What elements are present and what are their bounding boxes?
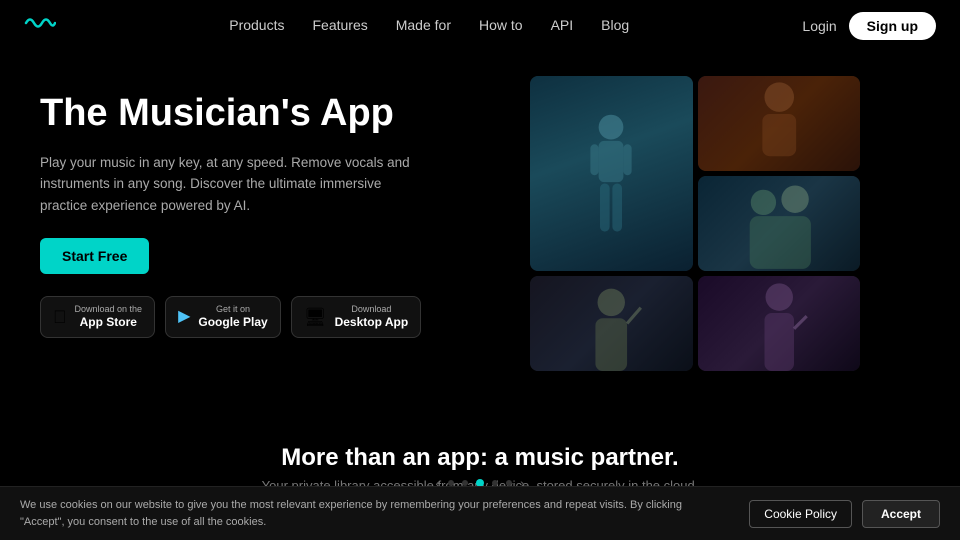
store-buttons:  Download on the App Store ▶ Get it on …	[40, 296, 500, 337]
desktop-app-button[interactable]: 🖥 Download Desktop App	[291, 296, 421, 337]
cookie-policy-button[interactable]: Cookie Policy	[749, 500, 852, 528]
google-play-button[interactable]: ▶ Get it on Google Play	[165, 296, 281, 337]
navbar: Products Features Made for How to API Bl…	[0, 0, 960, 52]
google-play-line1: Get it on	[198, 304, 267, 315]
google-play-line2: Google Play	[198, 315, 267, 329]
nav-item-made-for[interactable]: Made for	[396, 17, 451, 35]
signup-button[interactable]: Sign up	[849, 12, 936, 40]
logo[interactable]	[24, 12, 56, 41]
hero-left: The Musician's App Play your music in an…	[40, 72, 500, 430]
app-store-line1: Download on the	[75, 304, 143, 315]
photo-4	[530, 276, 693, 371]
cookie-banner: We use cookies on our website to give yo…	[0, 486, 960, 540]
cookie-buttons: Cookie Policy Accept	[749, 500, 940, 528]
desktop-icon: 🖥	[304, 308, 327, 326]
nav-item-products[interactable]: Products	[229, 17, 284, 35]
nav-item-api[interactable]: API	[551, 17, 574, 35]
photo-2	[698, 76, 861, 171]
apple-icon: 	[53, 308, 67, 326]
desktop-line1: Download	[335, 304, 409, 315]
accept-cookies-button[interactable]: Accept	[862, 500, 940, 528]
app-store-line2: App Store	[75, 315, 143, 329]
app-store-button[interactable]:  Download on the App Store	[40, 296, 155, 337]
hero-photo-grid	[530, 76, 860, 376]
google-play-icon: ▶	[178, 309, 190, 325]
nav-item-blog[interactable]: Blog	[601, 17, 629, 35]
nav-item-features[interactable]: Features	[312, 17, 367, 35]
nav-links: Products Features Made for How to API Bl…	[229, 17, 629, 35]
cookie-text: We use cookies on our website to give yo…	[20, 497, 729, 530]
nav-auth: Login Sign up	[802, 12, 936, 40]
photo-1	[530, 76, 693, 271]
hero-description: Play your music in any key, at any speed…	[40, 152, 420, 217]
photo-3	[698, 176, 861, 271]
start-free-button[interactable]: Start Free	[40, 238, 149, 274]
logo-icon	[24, 12, 56, 34]
login-button[interactable]: Login	[802, 18, 836, 34]
nav-item-how-to[interactable]: How to	[479, 17, 523, 35]
hero-title: The Musician's App	[40, 92, 500, 136]
desktop-line2: Desktop App	[335, 315, 409, 329]
main-section: The Musician's App Play your music in an…	[0, 52, 960, 430]
photo-5	[698, 276, 861, 371]
